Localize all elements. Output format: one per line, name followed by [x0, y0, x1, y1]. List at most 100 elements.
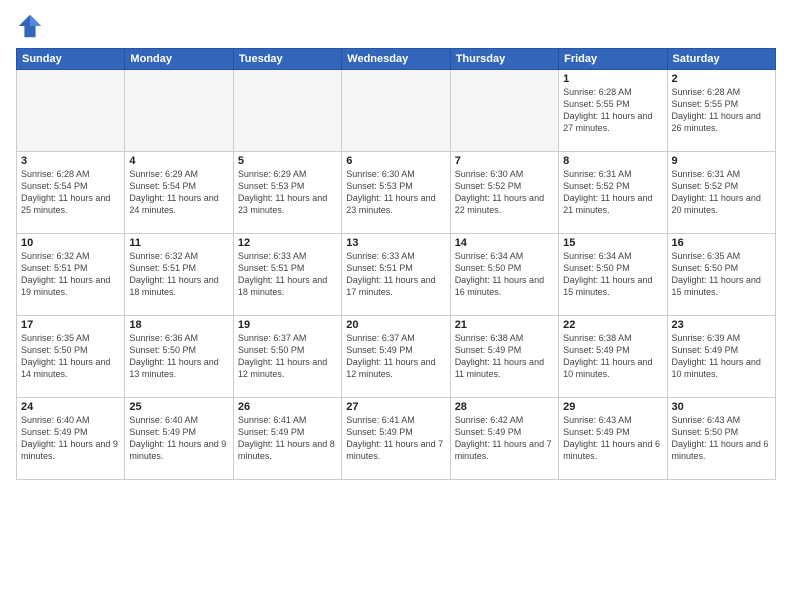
calendar-day-cell [17, 70, 125, 152]
day-number: 21 [455, 319, 554, 331]
day-info: Sunrise: 6:35 AM Sunset: 5:50 PM Dayligh… [21, 332, 120, 381]
calendar-day-cell: 9Sunrise: 6:31 AM Sunset: 5:52 PM Daylig… [667, 152, 775, 234]
day-info: Sunrise: 6:42 AM Sunset: 5:49 PM Dayligh… [455, 414, 554, 463]
calendar-day-cell: 24Sunrise: 6:40 AM Sunset: 5:49 PM Dayli… [17, 398, 125, 480]
day-number: 20 [346, 319, 445, 331]
day-number: 24 [21, 401, 120, 413]
day-number: 19 [238, 319, 337, 331]
weekday-cell: Tuesday [233, 49, 341, 70]
calendar-day-cell: 1Sunrise: 6:28 AM Sunset: 5:55 PM Daylig… [559, 70, 667, 152]
day-info: Sunrise: 6:33 AM Sunset: 5:51 PM Dayligh… [238, 250, 337, 299]
day-info: Sunrise: 6:39 AM Sunset: 5:49 PM Dayligh… [672, 332, 771, 381]
day-info: Sunrise: 6:34 AM Sunset: 5:50 PM Dayligh… [455, 250, 554, 299]
weekday-header-row: SundayMondayTuesdayWednesdayThursdayFrid… [17, 49, 776, 70]
calendar-day-cell [125, 70, 233, 152]
day-info: Sunrise: 6:43 AM Sunset: 5:50 PM Dayligh… [672, 414, 771, 463]
logo-icon [16, 12, 44, 40]
day-number: 30 [672, 401, 771, 413]
day-number: 2 [672, 73, 771, 85]
calendar-day-cell: 8Sunrise: 6:31 AM Sunset: 5:52 PM Daylig… [559, 152, 667, 234]
calendar-day-cell: 4Sunrise: 6:29 AM Sunset: 5:54 PM Daylig… [125, 152, 233, 234]
calendar-day-cell: 16Sunrise: 6:35 AM Sunset: 5:50 PM Dayli… [667, 234, 775, 316]
calendar-day-cell: 14Sunrise: 6:34 AM Sunset: 5:50 PM Dayli… [450, 234, 558, 316]
day-number: 17 [21, 319, 120, 331]
day-number: 15 [563, 237, 662, 249]
calendar-body: 1Sunrise: 6:28 AM Sunset: 5:55 PM Daylig… [17, 70, 776, 480]
day-number: 16 [672, 237, 771, 249]
weekday-cell: Thursday [450, 49, 558, 70]
calendar-day-cell: 22Sunrise: 6:38 AM Sunset: 5:49 PM Dayli… [559, 316, 667, 398]
day-info: Sunrise: 6:30 AM Sunset: 5:52 PM Dayligh… [455, 168, 554, 217]
day-info: Sunrise: 6:36 AM Sunset: 5:50 PM Dayligh… [129, 332, 228, 381]
calendar-week-row: 17Sunrise: 6:35 AM Sunset: 5:50 PM Dayli… [17, 316, 776, 398]
day-info: Sunrise: 6:38 AM Sunset: 5:49 PM Dayligh… [563, 332, 662, 381]
header [16, 12, 776, 40]
day-info: Sunrise: 6:32 AM Sunset: 5:51 PM Dayligh… [21, 250, 120, 299]
day-info: Sunrise: 6:29 AM Sunset: 5:54 PM Dayligh… [129, 168, 228, 217]
day-info: Sunrise: 6:31 AM Sunset: 5:52 PM Dayligh… [563, 168, 662, 217]
calendar-day-cell: 20Sunrise: 6:37 AM Sunset: 5:49 PM Dayli… [342, 316, 450, 398]
day-number: 4 [129, 155, 228, 167]
day-number: 25 [129, 401, 228, 413]
day-number: 13 [346, 237, 445, 249]
day-info: Sunrise: 6:28 AM Sunset: 5:55 PM Dayligh… [672, 86, 771, 135]
day-info: Sunrise: 6:40 AM Sunset: 5:49 PM Dayligh… [129, 414, 228, 463]
day-number: 29 [563, 401, 662, 413]
calendar-day-cell: 28Sunrise: 6:42 AM Sunset: 5:49 PM Dayli… [450, 398, 558, 480]
day-number: 28 [455, 401, 554, 413]
day-number: 10 [21, 237, 120, 249]
calendar-day-cell [342, 70, 450, 152]
calendar-week-row: 3Sunrise: 6:28 AM Sunset: 5:54 PM Daylig… [17, 152, 776, 234]
calendar-day-cell [450, 70, 558, 152]
calendar-day-cell: 25Sunrise: 6:40 AM Sunset: 5:49 PM Dayli… [125, 398, 233, 480]
day-number: 23 [672, 319, 771, 331]
page: SundayMondayTuesdayWednesdayThursdayFrid… [0, 0, 792, 612]
day-info: Sunrise: 6:31 AM Sunset: 5:52 PM Dayligh… [672, 168, 771, 217]
calendar-day-cell: 30Sunrise: 6:43 AM Sunset: 5:50 PM Dayli… [667, 398, 775, 480]
day-number: 11 [129, 237, 228, 249]
day-number: 27 [346, 401, 445, 413]
day-number: 18 [129, 319, 228, 331]
calendar-day-cell: 6Sunrise: 6:30 AM Sunset: 5:53 PM Daylig… [342, 152, 450, 234]
calendar-day-cell: 3Sunrise: 6:28 AM Sunset: 5:54 PM Daylig… [17, 152, 125, 234]
calendar-day-cell: 7Sunrise: 6:30 AM Sunset: 5:52 PM Daylig… [450, 152, 558, 234]
calendar-day-cell: 17Sunrise: 6:35 AM Sunset: 5:50 PM Dayli… [17, 316, 125, 398]
day-info: Sunrise: 6:28 AM Sunset: 5:54 PM Dayligh… [21, 168, 120, 217]
calendar-day-cell [233, 70, 341, 152]
day-number: 9 [672, 155, 771, 167]
day-number: 22 [563, 319, 662, 331]
weekday-cell: Saturday [667, 49, 775, 70]
day-info: Sunrise: 6:37 AM Sunset: 5:50 PM Dayligh… [238, 332, 337, 381]
day-number: 8 [563, 155, 662, 167]
day-info: Sunrise: 6:41 AM Sunset: 5:49 PM Dayligh… [238, 414, 337, 463]
calendar-week-row: 1Sunrise: 6:28 AM Sunset: 5:55 PM Daylig… [17, 70, 776, 152]
day-info: Sunrise: 6:32 AM Sunset: 5:51 PM Dayligh… [129, 250, 228, 299]
day-info: Sunrise: 6:35 AM Sunset: 5:50 PM Dayligh… [672, 250, 771, 299]
day-number: 5 [238, 155, 337, 167]
weekday-cell: Wednesday [342, 49, 450, 70]
calendar-day-cell: 23Sunrise: 6:39 AM Sunset: 5:49 PM Dayli… [667, 316, 775, 398]
calendar-day-cell: 27Sunrise: 6:41 AM Sunset: 5:49 PM Dayli… [342, 398, 450, 480]
day-info: Sunrise: 6:41 AM Sunset: 5:49 PM Dayligh… [346, 414, 445, 463]
day-number: 7 [455, 155, 554, 167]
calendar-day-cell: 29Sunrise: 6:43 AM Sunset: 5:49 PM Dayli… [559, 398, 667, 480]
calendar-day-cell: 11Sunrise: 6:32 AM Sunset: 5:51 PM Dayli… [125, 234, 233, 316]
day-info: Sunrise: 6:28 AM Sunset: 5:55 PM Dayligh… [563, 86, 662, 135]
calendar-day-cell: 21Sunrise: 6:38 AM Sunset: 5:49 PM Dayli… [450, 316, 558, 398]
calendar-table: SundayMondayTuesdayWednesdayThursdayFrid… [16, 48, 776, 480]
day-info: Sunrise: 6:40 AM Sunset: 5:49 PM Dayligh… [21, 414, 120, 463]
calendar-week-row: 24Sunrise: 6:40 AM Sunset: 5:49 PM Dayli… [17, 398, 776, 480]
calendar-day-cell: 19Sunrise: 6:37 AM Sunset: 5:50 PM Dayli… [233, 316, 341, 398]
day-info: Sunrise: 6:33 AM Sunset: 5:51 PM Dayligh… [346, 250, 445, 299]
calendar-day-cell: 12Sunrise: 6:33 AM Sunset: 5:51 PM Dayli… [233, 234, 341, 316]
calendar-day-cell: 10Sunrise: 6:32 AM Sunset: 5:51 PM Dayli… [17, 234, 125, 316]
day-info: Sunrise: 6:30 AM Sunset: 5:53 PM Dayligh… [346, 168, 445, 217]
day-number: 12 [238, 237, 337, 249]
day-number: 14 [455, 237, 554, 249]
calendar-day-cell: 2Sunrise: 6:28 AM Sunset: 5:55 PM Daylig… [667, 70, 775, 152]
day-info: Sunrise: 6:37 AM Sunset: 5:49 PM Dayligh… [346, 332, 445, 381]
calendar-day-cell: 15Sunrise: 6:34 AM Sunset: 5:50 PM Dayli… [559, 234, 667, 316]
weekday-cell: Friday [559, 49, 667, 70]
day-info: Sunrise: 6:29 AM Sunset: 5:53 PM Dayligh… [238, 168, 337, 217]
day-number: 3 [21, 155, 120, 167]
